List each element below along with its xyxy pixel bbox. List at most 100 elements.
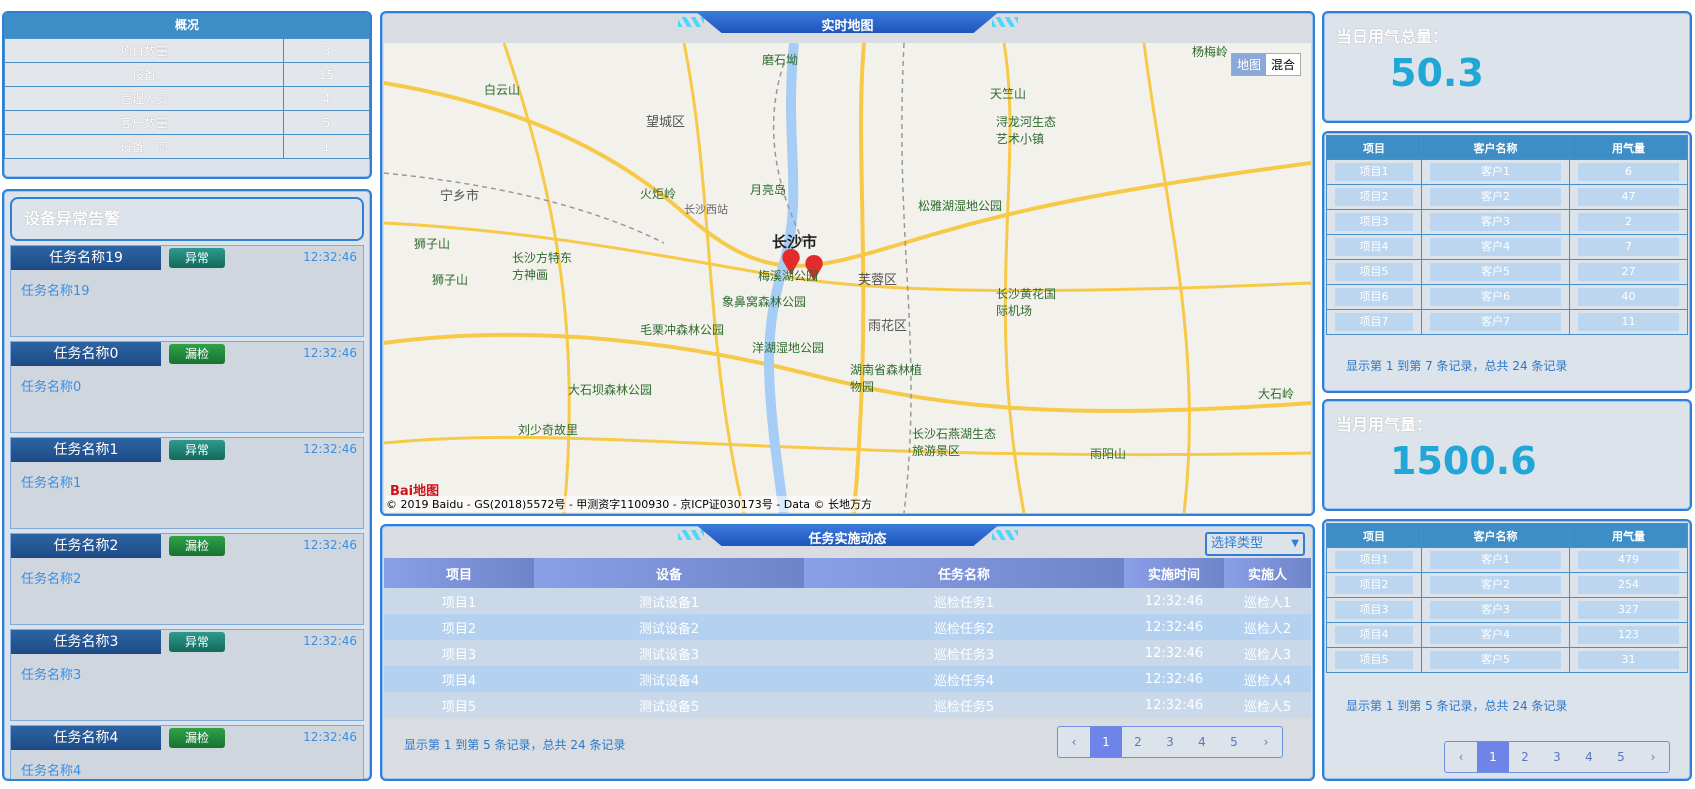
daily-gas-label: 当日用气总量： bbox=[1336, 27, 1449, 46]
overview-value: 3 bbox=[283, 38, 370, 63]
alert-status-badge: 漏检 bbox=[169, 536, 225, 556]
overview-label: 设备厂商 bbox=[4, 134, 284, 159]
table-cell: 测试设备3 bbox=[534, 640, 804, 666]
type-select[interactable]: 选择类型 ▼ bbox=[1205, 532, 1305, 556]
table-row[interactable]: 项目1 客户1 479 bbox=[1326, 547, 1688, 573]
alert-item[interactable]: 任务名称19 异常 12:32:46 任务名称19 bbox=[10, 245, 364, 337]
table-cell: 项目4 bbox=[1335, 626, 1413, 644]
column-header[interactable]: 客户名称 bbox=[1421, 523, 1570, 548]
column-header[interactable]: 用气量 bbox=[1569, 523, 1688, 548]
table-row[interactable]: 项目4 客户4 7 bbox=[1326, 234, 1688, 260]
page-button[interactable]: 3 bbox=[1154, 727, 1186, 757]
table-cell: 巡检人2 bbox=[1224, 614, 1311, 640]
column-header[interactable]: 项目 bbox=[1326, 523, 1422, 548]
table-cell: 123 bbox=[1578, 626, 1679, 644]
column-header[interactable]: 用气量 bbox=[1569, 135, 1688, 160]
prev-page-button[interactable]: ‹ bbox=[1445, 742, 1477, 772]
type-select-value: 选择类型 bbox=[1211, 536, 1264, 551]
table-cell: 项目5 bbox=[1335, 263, 1413, 281]
table-cell: 479 bbox=[1578, 551, 1679, 569]
map-label: 火炬岭 bbox=[640, 187, 677, 201]
daily-page-info: 显示第 1 到第 7 条记录，总共 24 条记录 bbox=[1346, 359, 1568, 373]
table-row[interactable]: 项目2 客户2 254 bbox=[1326, 572, 1688, 598]
daily-gas-total-panel: 当日用气总量： 50.3 bbox=[1322, 11, 1692, 123]
table-row[interactable]: 项目1 客户1 6 bbox=[1326, 159, 1688, 185]
alert-item[interactable]: 任务名称3 异常 12:32:46 任务名称3 bbox=[10, 629, 364, 721]
alert-time: 12:32:46 bbox=[303, 250, 357, 264]
column-header[interactable]: 客户名称 bbox=[1421, 135, 1570, 160]
prev-page-button[interactable]: ‹ bbox=[1058, 727, 1090, 757]
map-label: 毛栗冲森林公园 bbox=[640, 323, 725, 337]
table-row[interactable]: 项目5 客户5 27 bbox=[1326, 259, 1688, 285]
column-header[interactable]: 设备 bbox=[534, 558, 804, 588]
table-cell: 客户4 bbox=[1430, 626, 1561, 644]
page-button[interactable]: 4 bbox=[1573, 742, 1605, 772]
table-row[interactable]: 项目2 测试设备2 巡检任务2 12:32:46 巡检人2 bbox=[384, 614, 1311, 640]
page-button[interactable]: 5 bbox=[1218, 727, 1250, 757]
table-cell: 47 bbox=[1578, 188, 1679, 206]
column-header[interactable]: 任务名称 bbox=[804, 558, 1124, 588]
table-row[interactable]: 项目5 客户5 31 bbox=[1326, 647, 1688, 673]
table-row[interactable]: 项目4 测试设备4 巡检任务4 12:32:46 巡检人4 bbox=[384, 666, 1311, 692]
table-cell: 客户2 bbox=[1430, 188, 1561, 206]
page-button[interactable]: 1 bbox=[1477, 742, 1509, 772]
table-row[interactable]: 项目4 客户4 123 bbox=[1326, 622, 1688, 648]
map-label: 芙蓉区 bbox=[858, 273, 898, 288]
column-header[interactable]: 项目 bbox=[384, 558, 534, 588]
alert-status-badge: 异常 bbox=[169, 440, 225, 460]
table-row[interactable]: 项目7 客户7 11 bbox=[1326, 309, 1688, 335]
alert-task-name: 任务名称19 bbox=[11, 246, 161, 270]
alert-status-badge: 漏检 bbox=[169, 344, 225, 364]
table-cell: 客户6 bbox=[1430, 288, 1561, 306]
table-row[interactable]: 项目3 客户3 327 bbox=[1326, 597, 1688, 623]
map-label: 松雅湖湿地公园 bbox=[918, 199, 1003, 213]
daily-gas-value: 50.3 bbox=[1390, 51, 1484, 95]
column-header[interactable]: 实施时间 bbox=[1124, 558, 1224, 588]
table-row[interactable]: 项目3 客户3 2 bbox=[1326, 209, 1688, 235]
overview-label: 设备 bbox=[4, 62, 284, 87]
page-button[interactable]: 2 bbox=[1509, 742, 1541, 772]
table-cell: 巡检任务3 bbox=[804, 640, 1124, 666]
alert-item[interactable]: 任务名称1 异常 12:32:46 任务名称1 bbox=[10, 437, 364, 529]
table-row[interactable]: 项目2 客户2 47 bbox=[1326, 184, 1688, 210]
alert-task-name: 任务名称4 bbox=[11, 726, 161, 750]
table-cell: 项目1 bbox=[1335, 163, 1413, 181]
page-button[interactable]: 5 bbox=[1605, 742, 1637, 772]
table-row[interactable]: 项目5 测试设备5 巡检任务5 12:32:46 巡检人5 bbox=[384, 692, 1311, 718]
next-page-button[interactable]: › bbox=[1250, 727, 1282, 757]
map-type-mixed-button[interactable]: 混合 bbox=[1266, 54, 1300, 75]
page-button[interactable]: 1 bbox=[1090, 727, 1122, 757]
task-table: 项目 设备 任务名称 实施时间 实施人 项目1 测试设备1 巡检任务1 12:32:4… bbox=[384, 558, 1311, 718]
realtime-map-panel: 实时地图 磨石坳 白云山 望城区 月亮岛 天竺山 浔龙河生态艺术小镇 火炬岭 长… bbox=[380, 11, 1315, 516]
map-label: 白云山 bbox=[484, 83, 521, 97]
map-type-map-button[interactable]: 地图 bbox=[1231, 54, 1266, 75]
map-label: 梅溪湖公园 bbox=[758, 269, 819, 283]
monthly-gas-total-panel: 当月用气量： 1500.6 bbox=[1322, 399, 1692, 511]
page-button[interactable]: 2 bbox=[1122, 727, 1154, 757]
alert-item[interactable]: 任务名称4 漏检 12:32:46 任务名称4 bbox=[10, 725, 364, 779]
page-button[interactable]: 4 bbox=[1186, 727, 1218, 757]
alert-status-badge: 异常 bbox=[169, 248, 225, 268]
table-cell: 客户5 bbox=[1430, 263, 1561, 281]
table-row[interactable]: 项目1 测试设备1 巡检任务1 12:32:46 巡检人1 bbox=[384, 588, 1311, 614]
page-button[interactable]: 3 bbox=[1541, 742, 1573, 772]
alert-time: 12:32:46 bbox=[303, 346, 357, 360]
alert-item[interactable]: 任务名称0 漏检 12:32:46 任务名称0 bbox=[10, 341, 364, 433]
map-label: 磨石坳 bbox=[762, 53, 799, 67]
table-row[interactable]: 项目6 客户6 40 bbox=[1326, 284, 1688, 310]
overview-value: 15 bbox=[283, 62, 370, 87]
table-cell: 客户3 bbox=[1430, 213, 1561, 231]
table-cell: 12:32:46 bbox=[1124, 666, 1224, 692]
table-header: 项目 客户名称 用气量 bbox=[1326, 523, 1688, 548]
table-row[interactable]: 项目3 测试设备3 巡检任务3 12:32:46 巡检人3 bbox=[384, 640, 1311, 666]
map-canvas[interactable]: 磨石坳 白云山 望城区 月亮岛 天竺山 浔龙河生态艺术小镇 火炬岭 长沙西站 松… bbox=[384, 43, 1311, 513]
table-header: 项目 客户名称 用气量 bbox=[1326, 135, 1688, 160]
column-header[interactable]: 实施人 bbox=[1224, 558, 1311, 588]
table-cell: 巡检人4 bbox=[1224, 666, 1311, 692]
column-header[interactable]: 项目 bbox=[1326, 135, 1422, 160]
next-page-button[interactable]: › bbox=[1637, 742, 1669, 772]
task-page-info: 显示第 1 到第 5 条记录，总共 24 条记录 bbox=[404, 738, 626, 752]
map-label: 大石坝森林公园 bbox=[568, 383, 653, 397]
monthly-page-info: 显示第 1 到第 5 条记录，总共 24 条记录 bbox=[1346, 699, 1568, 713]
alert-item[interactable]: 任务名称2 漏检 12:32:46 任务名称2 bbox=[10, 533, 364, 625]
